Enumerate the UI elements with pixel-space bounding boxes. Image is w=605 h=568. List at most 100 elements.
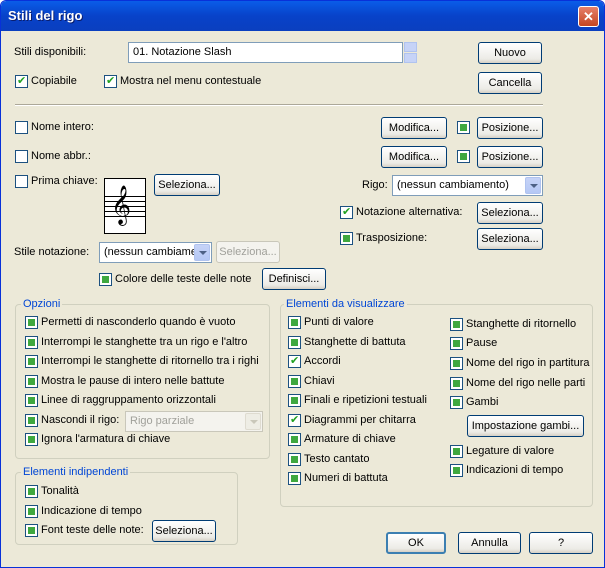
opzioni-item-label: Interrompi le stanghette di ritornello t… [41, 355, 259, 367]
opzioni-item-label: Linee di raggruppamento orizzontali [41, 394, 216, 406]
prima-chiave-seleziona-button[interactable]: Seleziona... [154, 174, 220, 196]
visualizzare-item-checkbox[interactable] [288, 452, 301, 466]
visualizzare-item-checkbox[interactable] [450, 377, 463, 390]
help-button[interactable]: ? [529, 532, 593, 554]
clef-preview: 𝄞 [104, 178, 146, 234]
visualizzare-item-checkbox[interactable] [288, 374, 301, 388]
nome-abbr-modifica-button[interactable]: Modifica... [381, 146, 447, 168]
visualizzare-item-label: Indicazioni di tempo [466, 464, 564, 476]
visualizzare-item-checkbox[interactable] [450, 445, 463, 458]
indipendenti-item-label: Tonalità [41, 485, 79, 497]
rigo-label: Rigo: [362, 179, 388, 191]
nome-intero-label: Nome intero: [31, 121, 94, 133]
chevron-down-icon[interactable] [525, 177, 541, 194]
opzioni-item-checkbox[interactable] [25, 394, 38, 407]
visualizzare-item-checkbox[interactable] [288, 394, 301, 407]
indipendenti-item-checkbox[interactable] [25, 524, 38, 537]
nome-abbr-label: Nome abbr.: [31, 150, 91, 162]
visualizzare-item-checkbox[interactable] [288, 472, 301, 485]
rigo-combo[interactable]: (nessun cambiamento) [392, 175, 543, 196]
visualizzare-item-checkbox[interactable] [288, 354, 301, 368]
nuovo-button[interactable]: Nuovo [478, 42, 542, 64]
opzioni-item-checkbox[interactable] [25, 433, 38, 446]
nome-intero-modifica-button[interactable]: Modifica... [381, 117, 447, 139]
copiabile-label: Copiabile [31, 75, 77, 87]
visualizzare-item-label: Accordi [304, 355, 341, 367]
dialog-window: Stili del rigo ✕ Stili disponibili: 01. … [0, 0, 605, 568]
opzioni-item-checkbox[interactable] [25, 355, 38, 368]
opzioni-item-checkbox[interactable] [25, 413, 38, 427]
opzioni-item-checkbox[interactable] [25, 335, 38, 349]
visualizzare-item-checkbox[interactable] [450, 464, 463, 477]
indipendenti-item-label: Font teste delle note: [41, 524, 144, 536]
nome-abbr-pos-checkbox[interactable] [457, 150, 470, 163]
separator [15, 104, 543, 106]
opzioni-item-label: Nascondi il rigo: [41, 413, 120, 426]
visualizzare-item-checkbox[interactable] [450, 318, 463, 331]
visualizzare-title: Elementi da visualizzare [284, 298, 407, 310]
close-icon: ✕ [583, 9, 594, 24]
indipendenti-item-checkbox[interactable] [25, 504, 38, 518]
notazione-alt-checkbox[interactable] [340, 205, 353, 219]
visualizzare-item-checkbox[interactable] [450, 357, 463, 370]
visualizzare-item-checkbox[interactable] [288, 335, 301, 349]
stili-label: Stili disponibili: [14, 46, 87, 58]
prima-chiave-label: Prima chiave: [31, 175, 98, 187]
chevron-down-icon[interactable] [194, 244, 210, 261]
indipendenti-item-checkbox[interactable] [25, 485, 38, 498]
visualizzare-item-label: Pause [466, 337, 498, 349]
stile-notazione-combo[interactable]: (nessun cambiamer [99, 242, 212, 263]
visualizzare-item-checkbox[interactable] [288, 413, 301, 427]
mostra-menu-checkbox[interactable] [104, 74, 117, 88]
trasposizione-seleziona-button[interactable]: Seleziona... [477, 228, 543, 250]
stile-notazione-label: Stile notazione: [14, 246, 90, 258]
notazione-alt-label: Notazione alternativa: [356, 206, 463, 218]
opzioni-item-checkbox[interactable] [25, 316, 38, 329]
indipendenti-title: Elementi indipendenti [21, 466, 131, 478]
visualizzare-item-checkbox[interactable] [288, 316, 301, 329]
indipendenti-item-label: Indicazione di tempo [41, 504, 142, 517]
stili-value: 01. Notazione Slash [133, 46, 232, 58]
colore-teste-checkbox[interactable] [99, 273, 112, 286]
visualizzare-item-label: Chiavi [304, 374, 335, 387]
font-teste-seleziona-button[interactable]: Seleziona... [152, 520, 216, 542]
nome-abbr-checkbox[interactable] [15, 150, 28, 163]
annulla-button[interactable]: Annulla [458, 532, 521, 554]
opzioni-item-label: Permetti di nasconderlo quando è vuoto [41, 316, 236, 328]
visualizzare-item-label: Finali e ripetizioni testuali [304, 394, 427, 406]
treble-clef-icon: 𝄞 [111, 185, 132, 225]
close-button[interactable]: ✕ [578, 6, 599, 27]
nome-intero-checkbox[interactable] [15, 121, 28, 134]
nome-intero-pos-checkbox[interactable] [457, 121, 470, 134]
ok-button[interactable]: OK [386, 532, 446, 554]
opzioni-item-checkbox[interactable] [25, 374, 38, 388]
dialog-title: Stili del rigo [8, 8, 83, 23]
trasposizione-checkbox[interactable] [340, 232, 353, 245]
nome-intero-posizione-button[interactable]: Posizione... [477, 117, 543, 139]
cancella-button[interactable]: Cancella [478, 72, 542, 94]
notazione-alt-seleziona-button[interactable]: Seleziona... [477, 202, 543, 224]
title-bar[interactable]: Stili del rigo ✕ [1, 1, 604, 31]
opzioni-item-label: Ignora l'armatura di chiave [41, 433, 171, 445]
nascondi-rigo-combo[interactable]: Rigo parziale [125, 411, 263, 432]
mostra-menu-label: Mostra nel menu contestuale [120, 75, 262, 87]
nascondi-rigo-value: Rigo parziale [130, 415, 195, 427]
stili-spinner[interactable] [404, 42, 417, 63]
impostazione-gambi-button[interactable]: Impostazione gambi... [467, 415, 584, 437]
colore-teste-label: Colore delle teste delle note [115, 273, 252, 285]
nome-abbr-posizione-button[interactable]: Posizione... [477, 146, 543, 168]
spin-up-icon[interactable] [404, 42, 417, 52]
spin-down-icon[interactable] [404, 53, 417, 63]
definisci-button[interactable]: Definisci... [262, 268, 326, 290]
copiabile-checkbox[interactable] [15, 74, 28, 88]
visualizzare-item-label: Stanghette di battuta [304, 335, 406, 348]
opzioni-item-label: Interrompi le stanghette tra un rigo e l… [41, 335, 248, 348]
chevron-down-icon[interactable] [245, 413, 261, 430]
visualizzare-item-checkbox[interactable] [450, 396, 463, 409]
visualizzare-item-checkbox[interactable] [288, 433, 301, 446]
visualizzare-item-checkbox[interactable] [450, 337, 463, 350]
visualizzare-item-label: Nome del rigo in partitura [466, 357, 590, 369]
stili-combo[interactable]: 01. Notazione Slash [128, 42, 403, 63]
stile-notazione-seleziona-button[interactable]: Seleziona... [216, 241, 280, 263]
prima-chiave-checkbox[interactable] [15, 175, 28, 188]
